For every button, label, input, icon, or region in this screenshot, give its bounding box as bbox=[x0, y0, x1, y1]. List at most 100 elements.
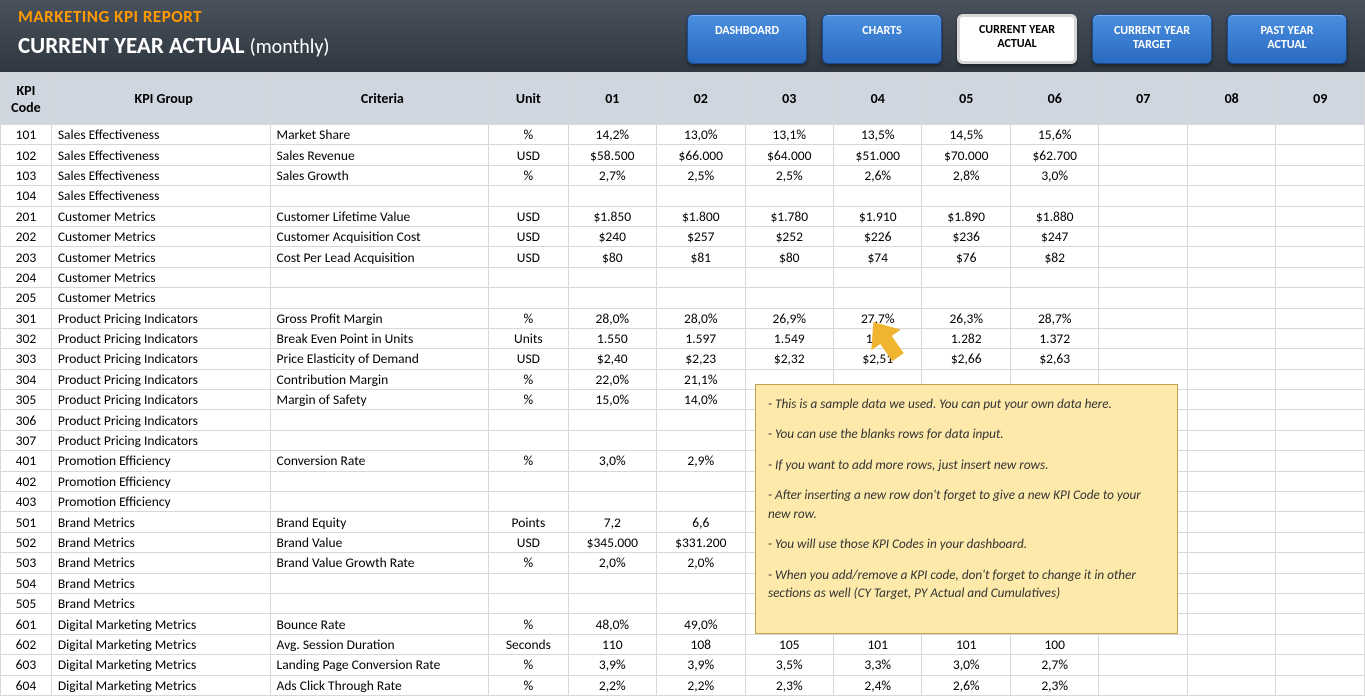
cell[interactable] bbox=[489, 593, 568, 613]
cell[interactable]: 504 bbox=[1, 573, 52, 593]
cell[interactable]: % bbox=[489, 390, 568, 410]
cell[interactable]: 305 bbox=[1, 390, 52, 410]
cell[interactable]: Customer Metrics bbox=[51, 267, 270, 287]
cell[interactable] bbox=[1276, 634, 1365, 654]
cell[interactable]: 2,5% bbox=[657, 165, 745, 185]
cell[interactable] bbox=[568, 430, 656, 450]
cell[interactable]: 3,9% bbox=[568, 655, 656, 675]
cell[interactable]: 2,3% bbox=[1010, 675, 1098, 695]
cell[interactable]: Sales Growth bbox=[270, 165, 489, 185]
cell[interactable]: 203 bbox=[1, 247, 52, 267]
cell[interactable] bbox=[270, 471, 489, 491]
cell[interactable] bbox=[1187, 206, 1275, 226]
table-row[interactable]: 202Customer MetricsCustomer Acquisition … bbox=[1, 226, 1365, 246]
cell[interactable] bbox=[1276, 451, 1365, 471]
cell[interactable] bbox=[1187, 655, 1275, 675]
cell[interactable]: 301 bbox=[1, 308, 52, 328]
cell[interactable]: $74 bbox=[834, 247, 922, 267]
cell[interactable] bbox=[1099, 328, 1187, 348]
cell[interactable] bbox=[1187, 532, 1275, 552]
cell[interactable] bbox=[270, 573, 489, 593]
cell[interactable] bbox=[1187, 369, 1275, 389]
cell[interactable]: 3,0% bbox=[922, 655, 1010, 675]
table-row[interactable]: 205Customer Metrics bbox=[1, 288, 1365, 308]
cell[interactable]: 2,0% bbox=[657, 553, 745, 573]
cell[interactable] bbox=[1010, 186, 1098, 206]
cell[interactable]: 1.549 bbox=[745, 328, 833, 348]
cell[interactable] bbox=[270, 288, 489, 308]
cell[interactable]: Digital Marketing Metrics bbox=[51, 634, 270, 654]
cell[interactable]: 306 bbox=[1, 410, 52, 430]
cell[interactable] bbox=[1276, 267, 1365, 287]
cell[interactable]: Customer Metrics bbox=[51, 226, 270, 246]
cell[interactable] bbox=[1276, 390, 1365, 410]
cell[interactable]: Avg. Session Duration bbox=[270, 634, 489, 654]
cell[interactable] bbox=[1187, 226, 1275, 246]
cell[interactable] bbox=[489, 288, 568, 308]
cell[interactable]: USD bbox=[489, 247, 568, 267]
cell[interactable] bbox=[1099, 267, 1187, 287]
cell[interactable]: 502 bbox=[1, 532, 52, 552]
cell[interactable]: 48,0% bbox=[568, 614, 656, 634]
table-row[interactable]: 204Customer Metrics bbox=[1, 267, 1365, 287]
cell[interactable] bbox=[1276, 206, 1365, 226]
cell[interactable]: 2,8% bbox=[922, 165, 1010, 185]
cell[interactable]: $226 bbox=[834, 226, 922, 246]
table-row[interactable]: 603Digital Marketing MetricsLanding Page… bbox=[1, 655, 1365, 675]
cell[interactable]: $80 bbox=[745, 247, 833, 267]
cell[interactable]: Margin of Safety bbox=[270, 390, 489, 410]
cell[interactable]: 6,6 bbox=[657, 512, 745, 532]
cell[interactable]: % bbox=[489, 675, 568, 695]
cell[interactable] bbox=[1276, 165, 1365, 185]
cell[interactable]: $2,23 bbox=[657, 349, 745, 369]
cell[interactable]: Sales Effectiveness bbox=[51, 165, 270, 185]
cell[interactable] bbox=[1276, 430, 1365, 450]
cell[interactable] bbox=[1187, 267, 1275, 287]
cell[interactable]: Brand Metrics bbox=[51, 553, 270, 573]
cell[interactable] bbox=[1099, 288, 1187, 308]
cell[interactable] bbox=[489, 267, 568, 287]
cell[interactable] bbox=[745, 186, 833, 206]
cell[interactable]: 108 bbox=[657, 634, 745, 654]
cell[interactable]: 204 bbox=[1, 267, 52, 287]
cell[interactable] bbox=[1099, 145, 1187, 165]
cell[interactable]: $76 bbox=[922, 247, 1010, 267]
table-row[interactable]: 602Digital Marketing MetricsAvg. Session… bbox=[1, 634, 1365, 654]
cell[interactable] bbox=[1276, 247, 1365, 267]
cell[interactable]: 2,7% bbox=[568, 165, 656, 185]
cell[interactable] bbox=[1010, 267, 1098, 287]
cell[interactable]: 1.550 bbox=[568, 328, 656, 348]
cell[interactable]: 604 bbox=[1, 675, 52, 695]
cell[interactable]: % bbox=[489, 308, 568, 328]
cell[interactable] bbox=[1187, 553, 1275, 573]
cell[interactable]: % bbox=[489, 165, 568, 185]
cell[interactable] bbox=[1099, 165, 1187, 185]
cell[interactable]: 105 bbox=[745, 634, 833, 654]
cell[interactable]: $1.890 bbox=[922, 206, 1010, 226]
cell[interactable]: 402 bbox=[1, 471, 52, 491]
cell[interactable]: Points bbox=[489, 512, 568, 532]
cell[interactable]: 28,0% bbox=[657, 308, 745, 328]
cell[interactable]: 2,5% bbox=[745, 165, 833, 185]
cell[interactable] bbox=[1276, 471, 1365, 491]
cell[interactable]: 14,0% bbox=[657, 390, 745, 410]
cell[interactable]: % bbox=[489, 369, 568, 389]
cell[interactable] bbox=[834, 267, 922, 287]
cell[interactable] bbox=[1187, 288, 1275, 308]
cell[interactable]: $1.800 bbox=[657, 206, 745, 226]
cell[interactable]: Sales Revenue bbox=[270, 145, 489, 165]
cell[interactable]: 1.282 bbox=[922, 328, 1010, 348]
cell[interactable] bbox=[1276, 573, 1365, 593]
cell[interactable]: 21,1% bbox=[657, 369, 745, 389]
table-row[interactable]: 301Product Pricing IndicatorsGross Profi… bbox=[1, 308, 1365, 328]
cell[interactable]: 28,0% bbox=[568, 308, 656, 328]
cell[interactable]: 505 bbox=[1, 593, 52, 613]
table-row[interactable]: 103Sales EffectivenessSales Growth%2,7%2… bbox=[1, 165, 1365, 185]
cell[interactable]: 28,7% bbox=[1010, 308, 1098, 328]
table-row[interactable]: 104Sales Effectiveness bbox=[1, 186, 1365, 206]
table-row[interactable]: 303Product Pricing IndicatorsPrice Elast… bbox=[1, 349, 1365, 369]
cell[interactable]: 602 bbox=[1, 634, 52, 654]
cell[interactable] bbox=[489, 410, 568, 430]
nav-tab-charts[interactable]: CHARTS bbox=[822, 14, 942, 64]
cell[interactable]: 101 bbox=[1, 125, 52, 145]
